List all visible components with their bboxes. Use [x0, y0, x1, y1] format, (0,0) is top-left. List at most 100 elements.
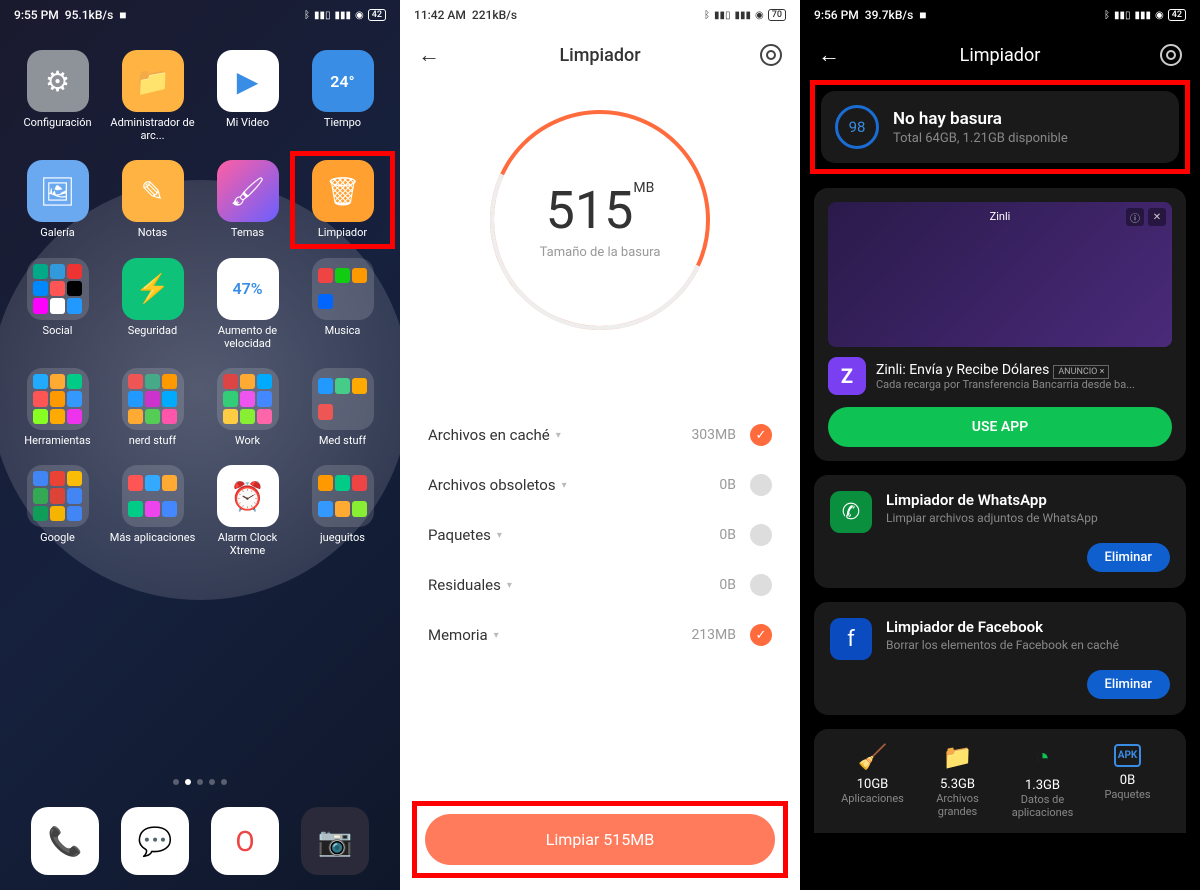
app-mi-video[interactable]: ▶ Mi Video [204, 50, 291, 142]
cleaner-scan-screen: 11:42 AM 221kB/s ᛒ ▮▮▯ ▮▮▮ ◉ 70 ← Limpia… [400, 0, 800, 890]
category-size: 0B [719, 477, 736, 493]
app-herramientas[interactable]: Herramientas [14, 368, 101, 447]
app-icon: 🖌 [217, 160, 279, 222]
tool-title: Limpiador de Facebook [886, 618, 1170, 636]
back-icon[interactable]: ← [818, 42, 840, 68]
trash-size-gauge: 515MB Tamaño de la basura [490, 110, 710, 330]
app-icon: 🗑 [312, 160, 374, 222]
stat-item[interactable]: 🧹10GBAplicaciones [834, 743, 911, 819]
signal-icon: ▮▮▯ [314, 10, 331, 21]
stat-item[interactable]: ◔1.3GBDatos de aplicaciones [1004, 743, 1081, 819]
result-card[interactable]: 98 No hay basura Total 64GB, 1.21GB disp… [821, 91, 1179, 163]
app-aumento-de-velocidad[interactable]: 47%Aumento de velocidad [204, 258, 291, 350]
ad-card[interactable]: ⓘ✕ Zinli Z Zinli: Envía y Recibe Dólares… [814, 188, 1186, 461]
folder-icon [27, 368, 89, 430]
wifi-icon: ◉ [355, 10, 364, 21]
page-title: Limpiador [559, 45, 640, 66]
ad-title: Zinli: Envía y Recibe Dólares [876, 362, 1049, 378]
ad-image: ⓘ✕ Zinli [828, 202, 1172, 347]
app-administrador-de-arc-[interactable]: 📁Administrador de arc... [109, 50, 196, 142]
stat-size: 1.3GB [1004, 778, 1081, 793]
app-icon: ⏰ [217, 465, 279, 527]
app-tiempo[interactable]: 24°Tiempo [299, 50, 386, 142]
apps-grid[interactable]: ⚙Configuración📁Administrador de arc... ▶ M… [0, 30, 400, 578]
stat-label: Aplicaciones [834, 792, 911, 805]
app-label: Mi Video [226, 116, 269, 129]
signal-icon: ▮▮▯ [714, 10, 731, 21]
ad-cta-button[interactable]: USE APP [828, 407, 1172, 447]
app-nerd-stuff[interactable]: nerd stuff [109, 368, 196, 447]
tool-card-fb[interactable]: fLimpiador de FacebookBorrar los element… [814, 602, 1186, 715]
app-configuraci-n[interactable]: ⚙Configuración [14, 50, 101, 142]
category-list: Archivos en caché303MBArchivos obsoletos… [400, 350, 800, 660]
ad-close-icon[interactable]: ✕ [1148, 208, 1166, 226]
score-badge: 98 [835, 105, 879, 149]
app-m-s-aplicaciones[interactable]: Más aplicaciones [109, 465, 196, 557]
camera-indicator-icon: ■ [919, 8, 926, 22]
delete-button[interactable]: Eliminar [1087, 543, 1170, 572]
app-label: Configuración [23, 116, 91, 129]
back-icon[interactable]: ← [418, 42, 440, 68]
stat-label: Archivos grandes [919, 792, 996, 818]
category-checkbox[interactable] [750, 574, 772, 596]
category-name: Residuales [428, 576, 512, 594]
app-temas[interactable]: 🖌Temas [204, 160, 291, 239]
category-row[interactable]: Paquetes0B [428, 510, 772, 560]
result-title: No hay basura [893, 109, 1068, 129]
category-checkbox[interactable] [750, 524, 772, 546]
ad-brand: Zinli [990, 210, 1011, 223]
app-google[interactable]: Google [14, 465, 101, 557]
stat-size: 10GB [834, 777, 911, 792]
app-work[interactable]: Work [204, 368, 291, 447]
app-alarm-clock-xtreme[interactable]: ⏰Alarm Clock Xtreme [204, 465, 291, 557]
category-checkbox[interactable] [750, 474, 772, 496]
status-time: 9:56 PM [814, 8, 859, 22]
app-notas[interactable]: ✎Notas [109, 160, 196, 239]
stat-item[interactable]: APK0BPaquetes [1089, 743, 1166, 819]
dock-phone[interactable]: 📞 [31, 807, 99, 875]
settings-icon[interactable] [1160, 44, 1182, 66]
dock-opera[interactable]: O [211, 807, 279, 875]
ad-info-icon[interactable]: ⓘ [1126, 208, 1144, 226]
clean-button[interactable]: Limpiar 515MB [425, 814, 775, 865]
ad-app-icon: Z [828, 357, 866, 395]
app-limpiador[interactable]: 🗑Limpiador [290, 151, 395, 248]
category-row[interactable]: Residuales0B [428, 560, 772, 610]
app-musica[interactable]: Musica [299, 258, 386, 350]
status-bar: 9:56 PM 39.7kB/s ■ ᛒ ▮▮▯ ▮▮▮ ◉ 42 [800, 0, 1200, 30]
signal-icon: ▮▮▮ [735, 10, 752, 21]
category-row[interactable]: Archivos en caché303MB [428, 410, 772, 460]
bluetooth-icon: ᛒ [304, 10, 310, 21]
settings-icon[interactable] [760, 44, 782, 66]
app-galer-a[interactable]: 🖼Galería [14, 160, 101, 239]
folder-icon [312, 258, 374, 320]
highlight-clean-button: Limpiar 515MB [412, 801, 788, 878]
fb-icon: f [830, 618, 872, 660]
app-icon: 47% [217, 258, 279, 320]
category-checkbox[interactable] [750, 424, 772, 446]
dock-messages[interactable]: 💬 [121, 807, 189, 875]
app-seguridad[interactable]: ⚡Seguridad [109, 258, 196, 350]
delete-button[interactable]: Eliminar [1087, 670, 1170, 699]
app-med-stuff[interactable]: Med stuff [299, 368, 386, 447]
ad-badge[interactable]: ANUNCIO × [1053, 365, 1109, 379]
stat-label: Paquetes [1089, 788, 1166, 801]
app-icon: 📁 [122, 50, 184, 112]
category-row[interactable]: Memoria213MB [428, 610, 772, 660]
category-checkbox[interactable] [750, 624, 772, 646]
stat-item[interactable]: 📁5.3GBArchivos grandes [919, 743, 996, 819]
category-size: 0B [719, 527, 736, 543]
app-label: jueguitos [320, 531, 365, 544]
app-label: Herramientas [24, 434, 90, 447]
tool-card-wa[interactable]: ✆Limpiador de WhatsAppLimpiar archivos a… [814, 475, 1186, 588]
app-label: Galería [40, 226, 74, 239]
stat-icon: APK [1114, 744, 1142, 767]
trash-size-unit: MB [633, 180, 654, 196]
status-net: 95.1kB/s [65, 8, 114, 22]
dock: 📞 💬 O 📷 [0, 807, 400, 875]
category-row[interactable]: Archivos obsoletos0B [428, 460, 772, 510]
app-icon: ▶ [217, 50, 279, 112]
dock-camera[interactable]: 📷 [301, 807, 369, 875]
app-social[interactable]: Social [14, 258, 101, 350]
app-jueguitos[interactable]: jueguitos [299, 465, 386, 557]
